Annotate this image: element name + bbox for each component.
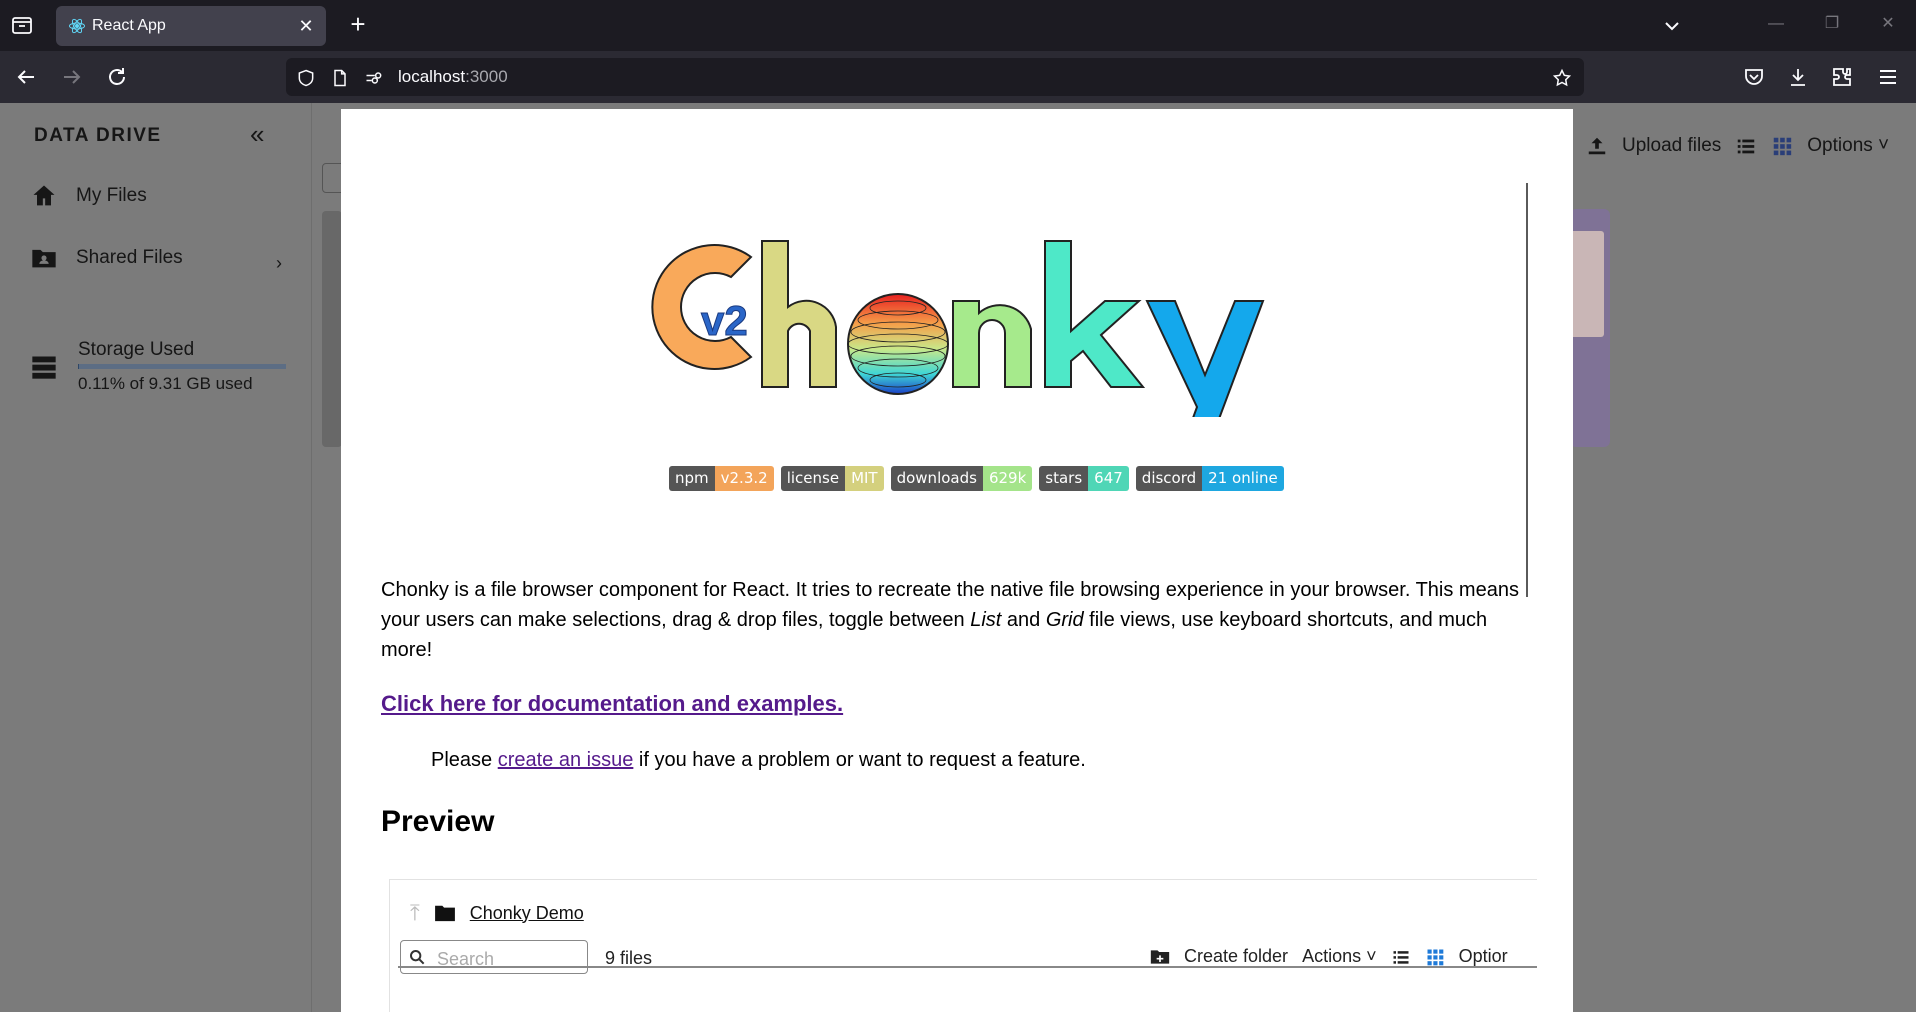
collapse-icon[interactable]: « <box>250 119 264 150</box>
star-icon[interactable] <box>1552 68 1572 88</box>
storage-progress-bar <box>78 364 286 369</box>
main-card-stub <box>322 211 342 447</box>
list-view-icon[interactable] <box>1391 947 1411 967</box>
modal-scrollbar[interactable] <box>1526 183 1528 597</box>
tab-list-icon[interactable] <box>10 13 34 37</box>
badge-row: npm v2.3.2 license MIT downloads 629k stars 647… <box>669 461 1291 491</box>
logo-version-text: v2 <box>701 297 748 344</box>
demo-folder-name[interactable]: Chonky Demo <box>470 903 584 924</box>
sidebar-item-my-files[interactable]: My Files <box>30 181 147 211</box>
chonky-demo-browser: ⤒ Chonky Demo Search 9 files Create fold… <box>389 879 1537 1012</box>
menu-icon[interactable] <box>1876 65 1900 89</box>
badge-value: 21 online <box>1202 466 1284 491</box>
sidebar-item-label: Shared Files <box>76 247 183 268</box>
readme-modal: v2 npm v2.3.2 license MIT downloads 629k stars… <box>341 109 1573 1012</box>
create-folder-icon[interactable] <box>1150 947 1170 967</box>
browser-tab-bar: React App ✕ + — ❐ ✕ <box>0 0 1916 51</box>
home-icon <box>30 182 58 210</box>
upload-icon[interactable] <box>1586 135 1608 157</box>
browser-nav-bar: localhost:3000 <box>0 51 1916 103</box>
sidebar-item-shared-files[interactable]: Shared Files <box>30 243 183 273</box>
back-icon[interactable] <box>14 65 38 89</box>
chevron-down-icon[interactable] <box>1660 14 1684 38</box>
demo-options-button[interactable]: Optior <box>1459 946 1508 967</box>
upload-files-button[interactable]: Upload files <box>1622 135 1721 157</box>
shared-folder-icon <box>30 244 58 272</box>
demo-search-input[interactable]: Search <box>400 940 588 974</box>
demo-toolbar: Create folder Actions ˅ Optior <box>1150 946 1508 967</box>
grid-view-icon[interactable] <box>1425 947 1445 967</box>
intro-paragraph: Chonky is a file browser component for R… <box>381 579 1519 661</box>
address-bar[interactable]: localhost:3000 <box>286 58 1584 96</box>
options-button[interactable]: Options ˅ <box>1807 135 1889 157</box>
documentation-link[interactable]: Click here for documentation and example… <box>381 691 843 717</box>
sidebar-item-label: My Files <box>76 185 147 206</box>
badge-discord[interactable]: discord 21 online <box>1135 466 1284 491</box>
badge-label: discord <box>1135 466 1203 491</box>
url-text: localhost:3000 <box>398 67 508 86</box>
permissions-icon[interactable] <box>364 68 384 88</box>
chevron-right-icon[interactable]: › <box>276 253 282 274</box>
up-arrow-icon[interactable]: ⤒ <box>410 900 420 926</box>
close-icon[interactable]: ✕ <box>296 16 316 36</box>
badge-npm[interactable]: npm v2.3.2 <box>669 466 774 491</box>
search-icon <box>409 949 425 965</box>
tab-title: React App <box>92 17 166 34</box>
storage-text: 0.11% of 9.31 GB used <box>78 374 253 393</box>
sidebar: DATA DRIVE « My Files Shared Files › Sto… <box>0 103 312 1012</box>
badge-value: 647 <box>1088 466 1129 491</box>
brand-title: DATA DRIVE <box>34 125 162 146</box>
badge-label: downloads <box>890 466 983 491</box>
grid-view-icon[interactable] <box>1771 135 1793 157</box>
restore-icon[interactable]: ❐ <box>1820 12 1844 36</box>
badge-label: stars <box>1039 466 1089 491</box>
file-thumbnail-stub <box>1570 209 1610 447</box>
storage-progress-fill <box>78 364 80 369</box>
folder-icon <box>434 904 456 922</box>
minimize-icon[interactable]: — <box>1764 12 1788 36</box>
badge-label: license <box>780 466 846 491</box>
demo-breadcrumb: ⤒ Chonky Demo <box>410 900 584 926</box>
list-view-icon[interactable] <box>1735 135 1757 157</box>
badge-label: npm <box>669 466 715 491</box>
badge-value: MIT <box>845 466 884 491</box>
pocket-icon[interactable] <box>1742 65 1766 89</box>
download-icon[interactable] <box>1786 65 1810 89</box>
reload-icon[interactable] <box>105 65 129 89</box>
chonky-logo: v2 <box>641 217 1281 417</box>
plus-icon[interactable]: + <box>346 11 370 37</box>
create-issue-link[interactable]: create an issue <box>498 749 634 771</box>
badge-value: 629k <box>982 466 1033 491</box>
badge-stars[interactable]: stars 647 <box>1039 466 1129 491</box>
badge-value: v2.3.2 <box>714 466 774 491</box>
issue-line: Please create an issue if you have a pro… <box>431 749 1086 771</box>
storage-title: Storage Used <box>78 339 195 360</box>
create-folder-button[interactable]: Create folder <box>1184 946 1288 967</box>
preview-heading: Preview <box>381 805 495 838</box>
window-close-icon[interactable]: ✕ <box>1876 12 1900 36</box>
browser-tab[interactable]: React App ✕ <box>56 6 326 46</box>
shield-icon[interactable] <box>296 68 316 88</box>
react-favicon <box>68 17 86 35</box>
badge-downloads[interactable]: downloads 629k <box>890 466 1033 491</box>
page-icon[interactable] <box>330 68 350 88</box>
extensions-icon[interactable] <box>1830 65 1854 89</box>
actions-button[interactable]: Actions ˅ <box>1302 946 1377 967</box>
forward-icon[interactable] <box>60 65 84 89</box>
badge-license[interactable]: license MIT <box>780 466 884 491</box>
storage-icon <box>30 353 58 381</box>
main-toolbar: Upload files Options ˅ <box>1586 135 1889 157</box>
